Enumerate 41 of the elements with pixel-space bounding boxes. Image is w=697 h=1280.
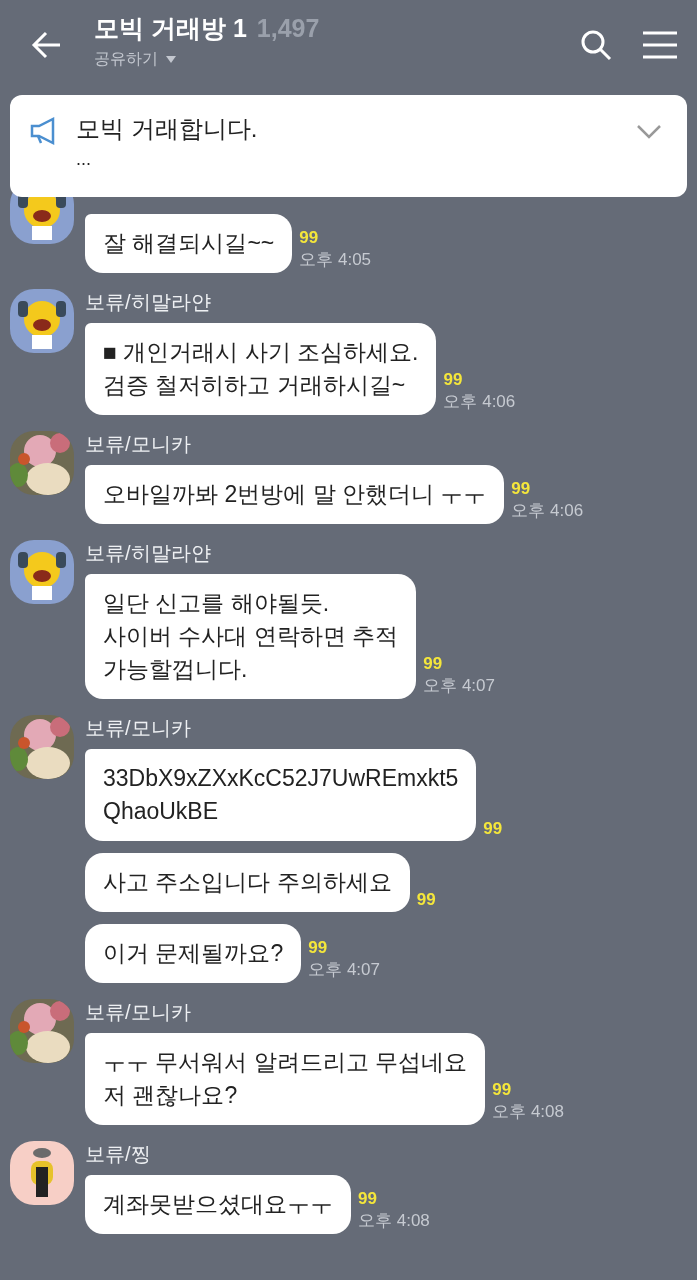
message-time: 오후 4:07 bbox=[423, 675, 495, 697]
message-bubble: 이거 문제될까요? bbox=[85, 924, 302, 983]
sender-name: 보류/모니카 bbox=[85, 432, 191, 455]
unread-count: 99 bbox=[492, 1080, 512, 1100]
message-bubble: 계좌못받으셨대요ㅜㅜ bbox=[85, 1175, 351, 1234]
chat-title: 모빅 거래방 1 bbox=[94, 13, 247, 44]
notice-banner[interactable]: 모빅 거래합니다. ... bbox=[10, 95, 687, 197]
notice-text: 모빅 거래합니다. bbox=[76, 114, 259, 144]
chevron-icon[interactable] bbox=[637, 125, 661, 139]
message-bubble: 사고 주소입니다 주의하세요 bbox=[85, 853, 410, 912]
sender-name: 보류/모니카 bbox=[85, 1000, 191, 1023]
message-time: 오후 4:08 bbox=[358, 1210, 430, 1232]
sender-name: 보류/히말라얀 bbox=[85, 290, 211, 313]
unread-count: 99 bbox=[308, 938, 328, 958]
avatar-icon bbox=[10, 289, 74, 353]
message-bubble: 잘 해결되시길~~ bbox=[85, 214, 293, 273]
unread-count: 99 bbox=[423, 654, 443, 674]
unread-count: 99 bbox=[358, 1189, 377, 1209]
avatar-icon bbox=[10, 1141, 74, 1205]
message-bubble: 일단 신고를 해야될듯. 사이버 수사대 연락하면 추적 가능할껍니다. bbox=[85, 574, 417, 699]
search-icon[interactable] bbox=[579, 28, 613, 62]
message-time: 오후 4:06 bbox=[443, 391, 516, 413]
avatar-icon bbox=[10, 540, 74, 604]
unread-count: 99 bbox=[299, 228, 319, 248]
message-bubble: 33DbX9xZXxKcC52J7UwREmxkt5 QhaoUkBE bbox=[85, 749, 477, 841]
sender-name: 보류/히말라얀 bbox=[85, 541, 211, 564]
unread-count: 99 bbox=[416, 890, 436, 910]
message-bubble: 오바일까봐 2번방에 말 안했더니 ㅜㅜ bbox=[85, 465, 505, 524]
caret-icon[interactable] bbox=[166, 56, 176, 63]
message-time: 오후 4:06 bbox=[511, 500, 584, 522]
message-time: 오후 4:08 bbox=[492, 1101, 564, 1123]
message-time: 오후 4:05 bbox=[299, 249, 372, 271]
sender-name: 보류/찡 bbox=[85, 1142, 151, 1165]
notice-more: ... bbox=[76, 149, 91, 170]
message-bubble: ■ 개인거래시 사기 조심하세요. 검증 철저히하고 거래하시길~ bbox=[85, 323, 437, 415]
sender-name: 보류/모니카 bbox=[85, 716, 191, 739]
unread-count: 99 bbox=[511, 479, 531, 499]
unread-count: 99 bbox=[483, 819, 503, 839]
unread-count: 99 bbox=[443, 370, 463, 390]
message-time: 오후 4:07 bbox=[308, 959, 380, 981]
message-bubble: ㅜㅜ 무서워서 알려드리고 무섭네요 저 괜찮나요? bbox=[85, 1033, 486, 1125]
